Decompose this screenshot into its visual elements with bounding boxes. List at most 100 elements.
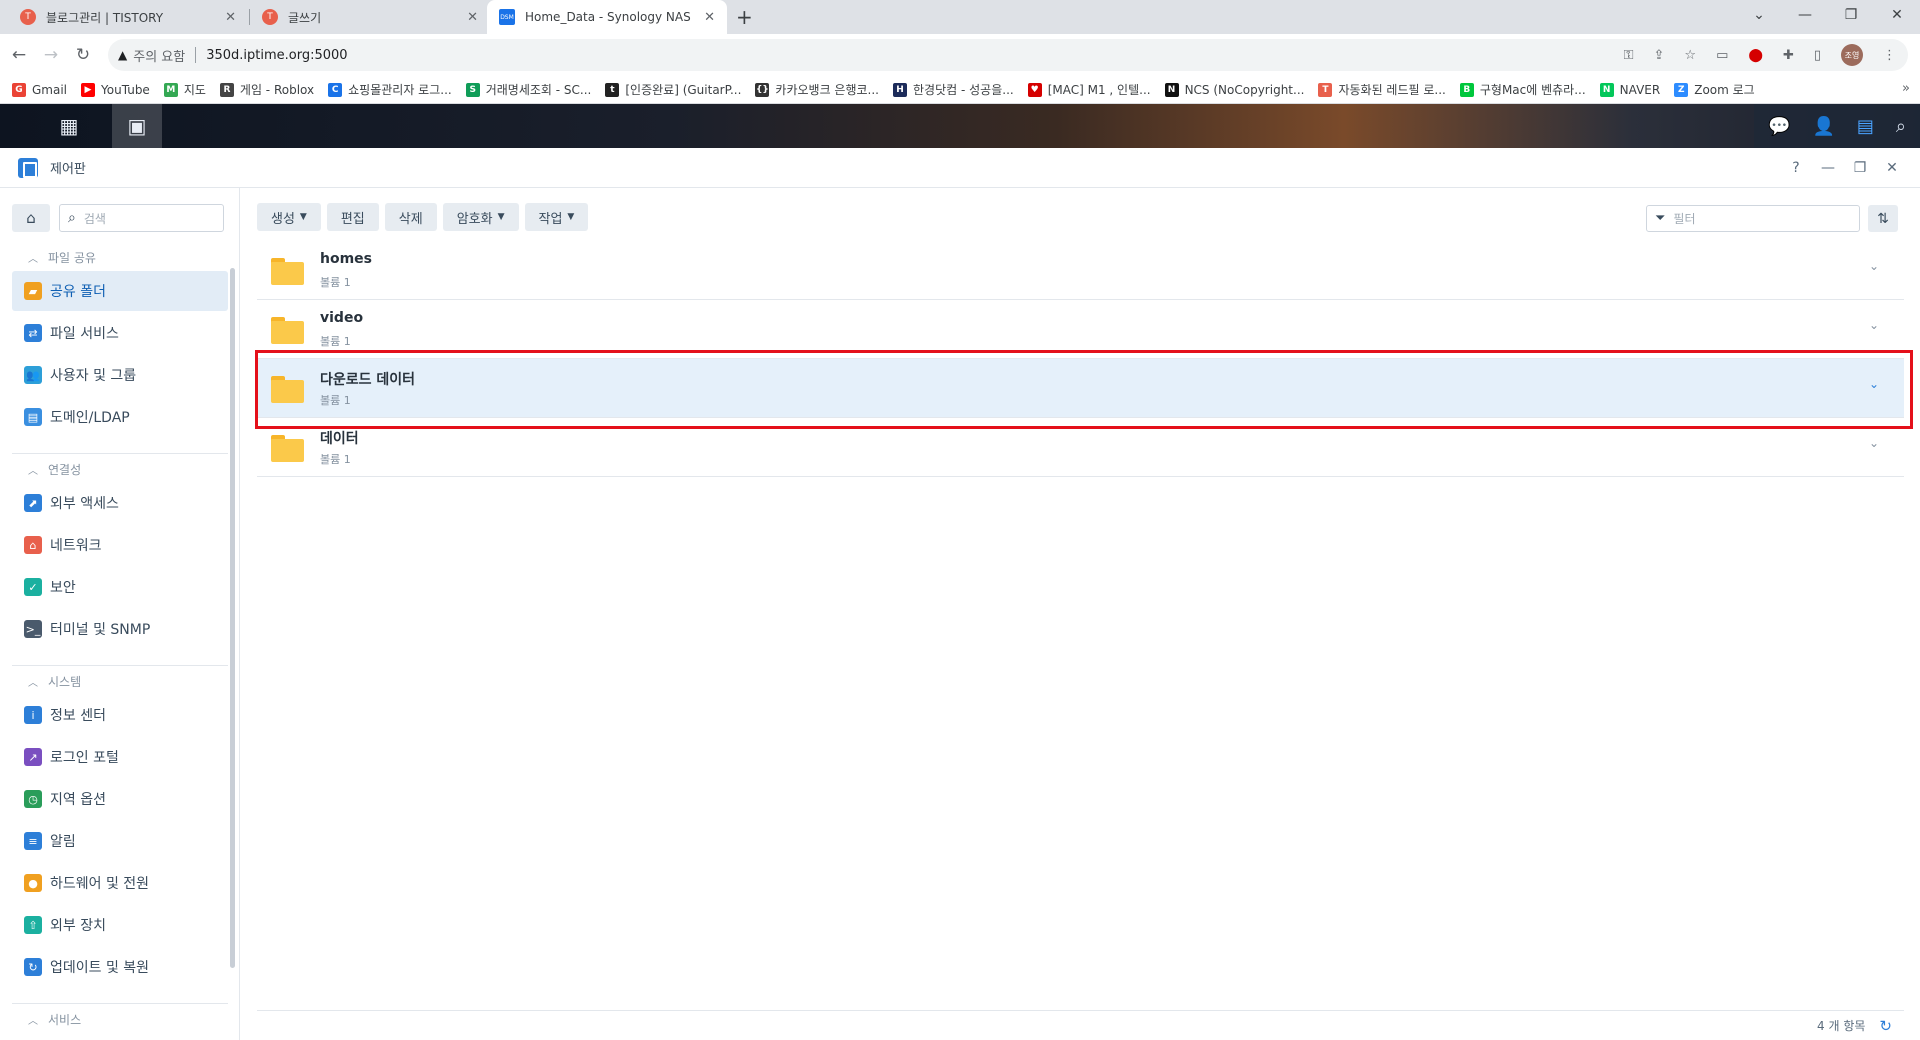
external-access-icon: ⬈: [24, 494, 42, 512]
user-icon[interactable]: 👤: [1812, 116, 1834, 137]
bookmark-item[interactable]: N NCS (NoCopyright...: [1164, 82, 1304, 97]
search-icon[interactable]: ⌕: [1896, 116, 1906, 137]
new-tab-button[interactable]: +: [736, 5, 753, 29]
minimize-window-icon[interactable]: —: [1782, 0, 1828, 30]
sidebar-item[interactable]: ↻ 업데이트 및 복원: [12, 947, 228, 987]
sidebar-divider: [12, 665, 228, 666]
sidebar-item[interactable]: >_ 터미널 및 SNMP: [12, 609, 228, 649]
sidebar-item[interactable]: ● 하드웨어 및 전원: [12, 863, 228, 903]
bookmark-item[interactable]: G Gmail: [12, 82, 67, 97]
sidebar-item[interactable]: ◷ 지역 옵션: [12, 779, 228, 819]
bookmark-item[interactable]: B 구형Mac에 벤츄라...: [1459, 81, 1586, 98]
sidebar-item[interactable]: ⇄ 파일 서비스: [12, 313, 228, 353]
security-warning-label[interactable]: 주의 요함: [133, 46, 185, 65]
sidebar-item[interactable]: 👥 사용자 및 그룹: [12, 355, 228, 395]
tab-title: 블로그관리 | TISTORY: [46, 10, 164, 25]
back-arrow-icon[interactable]: ←: [6, 45, 32, 65]
puzzle-extensions-icon[interactable]: ✚: [1783, 48, 1794, 63]
sidebar-item[interactable]: ▰ 공유 폴더: [12, 271, 228, 311]
chevron-down-icon[interactable]: ⌄: [1869, 259, 1879, 273]
profile-avatar[interactable]: 조영: [1841, 44, 1863, 66]
chat-icon[interactable]: 💬: [1768, 116, 1790, 137]
bookmark-label: YouTube: [101, 82, 150, 97]
side-panel-icon[interactable]: ▯: [1814, 48, 1821, 63]
sidebar-section-header[interactable]: ︿ 파일 공유: [28, 249, 96, 266]
sidebar-item[interactable]: ⌂ 네트워크: [12, 525, 228, 565]
home-icon[interactable]: ⌂: [12, 204, 50, 232]
bookmark-label: NAVER: [1619, 82, 1661, 97]
bookmark-item[interactable]: Z Zoom 로그: [1674, 81, 1755, 98]
chevron-down-icon[interactable]: ⌄: [1869, 436, 1879, 450]
sidebar-item[interactable]: i 정보 센터: [12, 695, 228, 735]
bookmark-item[interactable]: N NAVER: [1599, 82, 1661, 97]
folder-icon: [271, 258, 304, 285]
extension-cast-icon[interactable]: ▭: [1716, 48, 1728, 63]
kebab-menu-icon[interactable]: ⋮: [1883, 48, 1896, 63]
more-bookmarks-icon[interactable]: »: [1902, 81, 1910, 96]
bookmark-item[interactable]: ♥ [MAC] M1 , 인텔...: [1027, 81, 1151, 98]
folder-name: 데이터: [320, 431, 359, 447]
help-icon[interactable]: ?: [1780, 148, 1812, 188]
maximize-icon[interactable]: ❐: [1844, 148, 1876, 188]
restore-window-icon[interactable]: ❐: [1828, 0, 1874, 30]
share-icon[interactable]: ⇪: [1654, 48, 1665, 63]
close-tab-icon[interactable]: ✕: [467, 10, 478, 25]
sort-icon[interactable]: ⇅: [1868, 205, 1898, 232]
sidebar-search-input[interactable]: ⌕ 검색: [59, 204, 224, 232]
opera-extension-icon[interactable]: ⬤: [1748, 48, 1763, 63]
sidebar-item[interactable]: ▤ 도메인/LDAP: [12, 397, 228, 437]
toolbar-button[interactable]: 작업 ▼: [524, 203, 589, 231]
tab-search-icon[interactable]: ⌄: [1736, 0, 1782, 30]
close-window-icon[interactable]: ✕: [1874, 0, 1920, 30]
close-icon[interactable]: ✕: [1876, 148, 1908, 188]
bookmark-item[interactable]: t [인증완료] (GuitarP...: [605, 81, 741, 98]
toolbar-button[interactable]: 생성 ▼: [257, 203, 321, 231]
widgets-icon[interactable]: ▤: [1857, 116, 1874, 137]
minimize-icon[interactable]: —: [1812, 148, 1844, 188]
forward-arrow-icon[interactable]: →: [38, 45, 64, 65]
bookmark-item[interactable]: S 거래명세조회 - SC...: [465, 81, 591, 98]
chevron-down-icon[interactable]: ⌄: [1869, 318, 1879, 332]
close-tab-icon[interactable]: ✕: [704, 10, 715, 25]
address-bar[interactable]: ▲ 주의 요함 350d.iptime.org:5000 ⚿ ⇪ ☆ ▭ ⬤ ✚…: [108, 39, 1908, 71]
browser-tab[interactable]: T 글쓰기 ✕: [250, 0, 490, 34]
filter-input[interactable]: ⏷ 필터: [1646, 205, 1860, 232]
close-tab-icon[interactable]: ✕: [225, 10, 236, 25]
bookmark-favicon-icon: N: [1164, 82, 1179, 97]
bookmark-star-icon[interactable]: ☆: [1684, 48, 1696, 63]
toolbar-button[interactable]: 삭제: [384, 203, 437, 231]
sidebar-section-header[interactable]: ︿ 서비스: [28, 1011, 81, 1028]
control-panel-taskbar-icon[interactable]: ▣: [112, 104, 162, 148]
refresh-icon[interactable]: ↻: [1879, 1017, 1892, 1035]
folder-row[interactable]: homes 볼륨 1 ⌄: [257, 241, 1904, 300]
sidebar-item[interactable]: ↗ 로그인 포털: [12, 737, 228, 777]
main-menu-grid-icon[interactable]: ▦: [44, 104, 94, 148]
browser-tab-active[interactable]: DSM Home_Data - Synology NAS ✕: [487, 0, 727, 34]
sidebar-scrollbar[interactable]: [230, 268, 235, 968]
chevron-up-icon: ︿: [28, 466, 38, 477]
sidebar-item[interactable]: ⬈ 외부 액세스: [12, 483, 228, 523]
bookmark-favicon-icon: S: [465, 82, 480, 97]
bookmark-item[interactable]: T 자동화된 레드필 로...: [1318, 81, 1446, 98]
reload-icon[interactable]: ↻: [70, 45, 96, 65]
toolbar-button[interactable]: 편집: [326, 203, 379, 231]
sidebar-item[interactable]: ⇧ 외부 장치: [12, 905, 228, 945]
bookmark-item[interactable]: {} 카카오뱅크 은행코...: [755, 81, 879, 98]
bookmark-item[interactable]: H 한경닷컴 - 성공을...: [893, 81, 1014, 98]
section-label: 시스템: [48, 675, 82, 689]
url-text[interactable]: 350d.iptime.org:5000: [206, 48, 347, 63]
sidebar-item[interactable]: ✓ 보안: [12, 567, 228, 607]
window-titlebar: 제어판 ? — ❐ ✕: [0, 148, 1920, 188]
bookmark-item[interactable]: C 쇼핑몰관리자 로그...: [328, 81, 452, 98]
folder-volume: 볼륨 1: [320, 335, 351, 348]
bookmark-item[interactable]: ▶ YouTube: [81, 82, 150, 97]
key-icon[interactable]: ⚿: [1624, 48, 1634, 63]
sidebar-item[interactable]: ≡ 알림: [12, 821, 228, 861]
sidebar-item-label: 알림: [50, 834, 76, 850]
sidebar-section-header[interactable]: ︿ 시스템: [28, 673, 81, 690]
sidebar-section-header[interactable]: ︿ 연결성: [28, 461, 81, 478]
toolbar-button[interactable]: 암호화 ▼: [442, 203, 519, 231]
browser-tab[interactable]: T 블로그관리 | TISTORY ✕: [8, 0, 248, 34]
bookmark-item[interactable]: M 지도: [163, 81, 206, 98]
bookmark-item[interactable]: R 게임 - Roblox: [219, 81, 314, 98]
